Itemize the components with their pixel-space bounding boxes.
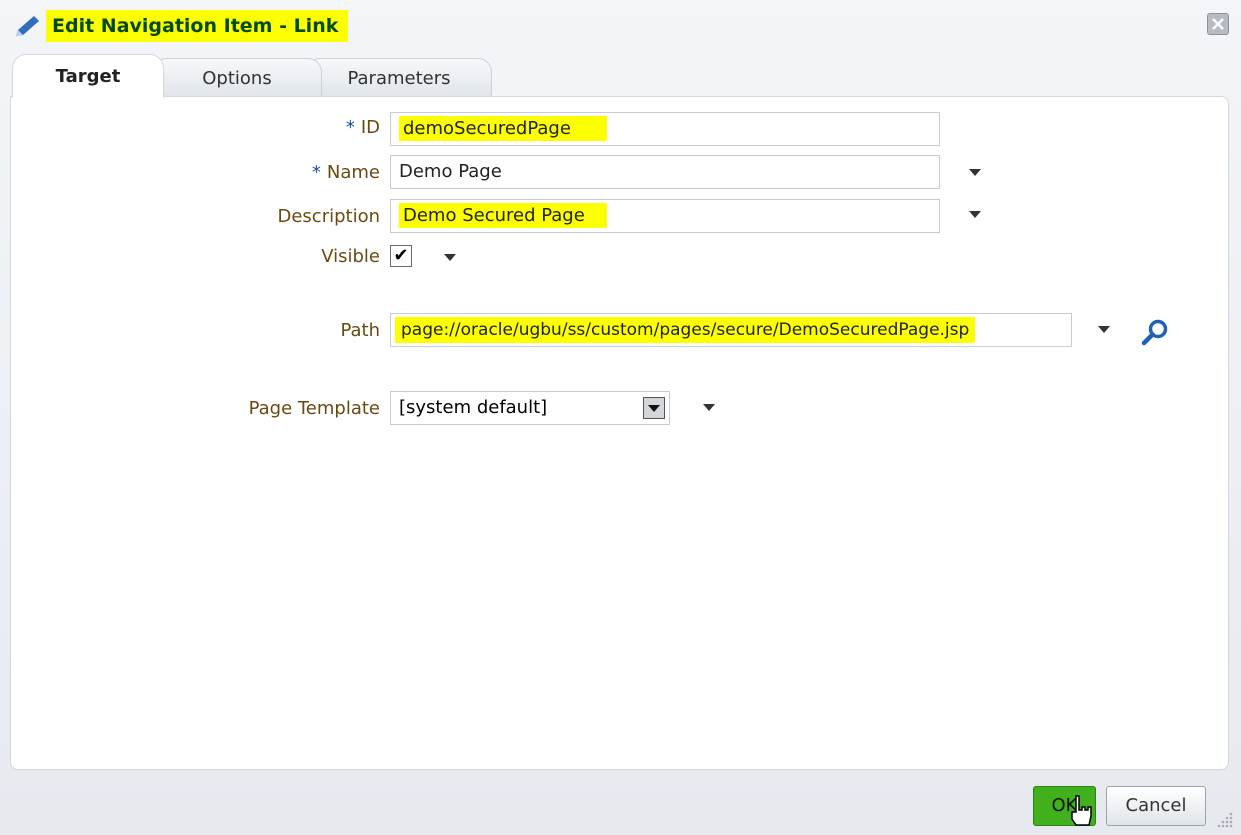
id-label-text: ID (360, 117, 380, 138)
path-field[interactable]: page://oracle/ugbu/ss/custom/pages/secur… (390, 313, 1072, 347)
visible-checkbox[interactable]: ✔ (390, 245, 412, 267)
path-menu-arrow-icon[interactable] (1098, 326, 1110, 333)
resize-grip-icon[interactable] (1215, 810, 1235, 830)
path-value: page://oracle/ugbu/ss/custom/pages/secur… (395, 317, 976, 343)
tab-bar: Parameters Options Target (0, 54, 1241, 98)
dialog-title: Edit Navigation Item - Link (46, 10, 349, 42)
tab-target[interactable]: Target (12, 54, 164, 98)
dialog-footer: OK Cancel (0, 775, 1241, 835)
dialog-titlebar: Edit Navigation Item - Link (0, 0, 1241, 50)
name-field[interactable]: Demo Page (390, 155, 940, 189)
close-icon (1212, 18, 1224, 30)
visible-label: Visible (321, 246, 380, 267)
page-template-label: Page Template (248, 398, 380, 419)
description-field[interactable]: Demo Secured Page (390, 199, 940, 233)
name-label-text: Name (326, 162, 380, 183)
edit-navigation-dialog: Edit Navigation Item - Link Parameters O… (0, 0, 1241, 835)
pencil-icon (16, 16, 39, 36)
id-field[interactable]: demoSecuredPage (390, 112, 940, 146)
page-template-value: [system default] (399, 397, 548, 418)
tab-options[interactable]: Options (152, 58, 322, 98)
tab-parameters[interactable]: Parameters (306, 58, 492, 98)
path-label: Path (340, 320, 380, 341)
mouse-cursor-icon (1071, 795, 1092, 826)
name-menu-arrow-icon[interactable] (969, 169, 981, 176)
name-label: * Name (20, 162, 380, 183)
id-value: demoSecuredPage (399, 116, 607, 141)
description-menu-arrow-icon[interactable] (969, 211, 981, 218)
page-template-menu-arrow-icon[interactable] (703, 404, 715, 411)
dropdown-button-icon[interactable] (643, 397, 665, 419)
visible-menu-arrow-icon[interactable] (444, 254, 456, 261)
target-panel (10, 96, 1229, 770)
cancel-button[interactable]: Cancel (1106, 786, 1206, 826)
id-label: * ID (20, 117, 380, 138)
description-label: Description (277, 206, 380, 227)
required-mark: * (345, 117, 355, 138)
close-button[interactable] (1207, 13, 1229, 35)
required-mark: * (311, 162, 321, 183)
name-value: Demo Page (399, 161, 502, 182)
page-template-select[interactable]: [system default] (390, 391, 670, 425)
description-value: Demo Secured Page (399, 203, 607, 228)
search-icon[interactable] (1140, 318, 1170, 348)
checkmark-icon: ✔ (393, 245, 409, 266)
